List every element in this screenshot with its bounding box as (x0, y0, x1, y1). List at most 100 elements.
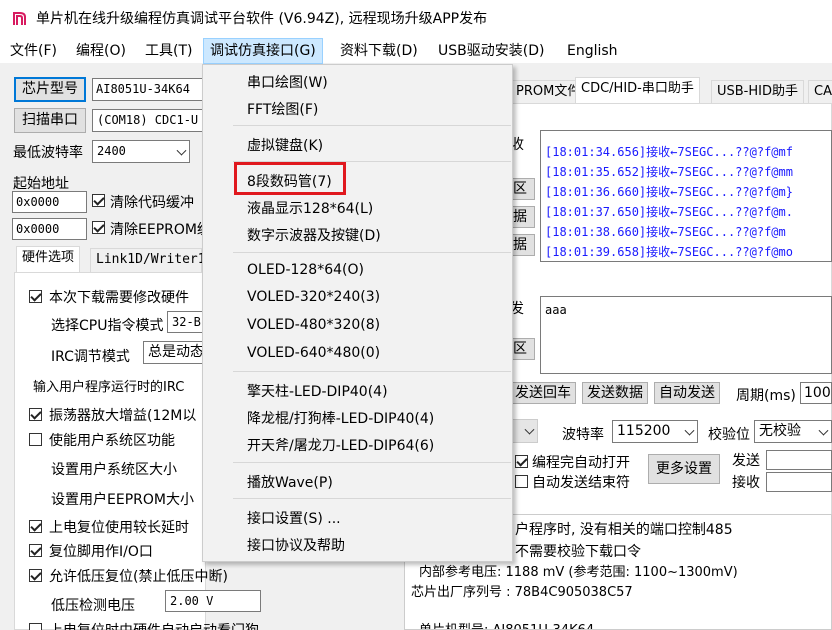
send-data-button[interactable]: 发送数据 (582, 382, 648, 404)
tab-can[interactable]: CAN (808, 80, 832, 104)
menu-english[interactable]: English (561, 38, 624, 64)
tab-cdc-hid-serial[interactable]: CDC/HID-串口助手 (575, 77, 700, 104)
menu-separator (233, 498, 511, 499)
menu-debug-sim[interactable]: 调试仿真接口(G) (203, 38, 323, 64)
menu-item-play-wave[interactable]: 播放Wave(P) (247, 472, 333, 492)
menu-file[interactable]: 文件(F) (4, 38, 63, 64)
min-baud-value: 2400 (97, 144, 126, 158)
low-voltage-reset-label: 允许低压复位(禁止低压中断) (49, 569, 228, 585)
menu-item-protocol-help[interactable]: 接口协议及帮助 (247, 535, 345, 555)
menu-item-led-dip40-a[interactable]: 擎天柱-LED-DIP40(4) (247, 381, 388, 401)
start-address-code-input[interactable]: 0x0000 (12, 191, 87, 213)
menu-item-fft-plot[interactable]: FFT绘图(F) (247, 99, 318, 119)
min-baud-select[interactable]: 2400 (92, 140, 190, 163)
info-line: 芯片出厂序列号 : 78B4C905038C57 (411, 585, 633, 600)
log-line: [18:01:35.652]接收←7SEGC...??@?f@mm (545, 165, 793, 179)
auto-send-button[interactable]: 自动发送 (654, 382, 720, 404)
port-select-value: (COM18) CDC1-U (97, 113, 199, 127)
chevron-down-icon (818, 425, 829, 436)
auto-open-checkbox[interactable] (515, 455, 528, 468)
baud-rate-select[interactable]: 115200 (612, 420, 698, 443)
clear-code-buffer-checkbox[interactable] (92, 194, 105, 207)
chip-model-field[interactable]: AI8051U-34K64 (92, 78, 206, 101)
low-voltage-reset-checkbox[interactable] (29, 569, 42, 582)
irc-mode-label: IRC调节模式 (51, 349, 130, 365)
send-return-button[interactable]: 发送回车 (510, 382, 576, 404)
clear-eeprom-buffer-label: 清除EEPROM缓 (110, 222, 211, 238)
menu-item-voled-480x320[interactable]: VOLED-480*320(8) (247, 317, 380, 333)
annotation-highlight-box (234, 162, 346, 195)
menu-item-virtual-keyboard[interactable]: 虚拟键盘(K) (247, 135, 323, 155)
more-settings-button[interactable]: 更多设置 (648, 454, 720, 484)
log-line: [18:01:34.656]接收←7SEGC...??@?f@mf (545, 145, 793, 159)
menu-bar: 文件(F) 编程(O) 工具(T) 调试仿真接口(G) 资料下载(D) USB驱… (0, 38, 832, 64)
menu-usb-driver[interactable]: USB驱动安装(D) (432, 38, 550, 64)
clear-eeprom-buffer-checkbox[interactable] (92, 221, 105, 234)
menu-item-oscilloscope-keys[interactable]: 数字示波器及按键(D) (247, 225, 381, 245)
menu-tools[interactable]: 工具(T) (139, 38, 198, 64)
tx-label: 发送 (732, 453, 760, 469)
low-voltage-select[interactable]: 2.00 V (165, 590, 261, 612)
reset-long-delay-checkbox[interactable] (29, 520, 42, 533)
period-input[interactable]: 100 (800, 382, 832, 404)
tab-link1d-writer1[interactable]: Link1D/Writer1 (90, 248, 206, 272)
rx-label: 接收 (732, 475, 760, 491)
watchdog-checkbox[interactable] (29, 623, 42, 630)
clear-code-buffer-label: 清除代码缓冲 (110, 195, 194, 211)
menu-separator (233, 462, 511, 463)
tab-usb-hid[interactable]: USB-HID助手 (711, 80, 804, 104)
auto-send-end-checkbox[interactable] (515, 475, 528, 488)
user-system-area-label: 使能用户系统区功能 (49, 433, 175, 449)
menu-item-voled-320x240[interactable]: VOLED-320*240(3) (247, 289, 380, 305)
irc-mode-select[interactable]: 总是动态 (143, 341, 207, 364)
baud-rate-label: 波特率 (562, 427, 604, 443)
log-line: [18:01:38.660]接收←7SEGC...??@?f@m (545, 225, 786, 239)
app-icon (13, 12, 26, 25)
log-line: [18:01:36.660]接收←7SEGC...??@?f@m} (545, 185, 793, 199)
rx-counter (766, 472, 832, 492)
scan-port-button[interactable]: 扫描串口 (14, 108, 86, 133)
reset-pin-io-label: 复位脚用作I/O口 (49, 544, 153, 560)
chevron-down-icon (684, 425, 695, 436)
menu-item-serial-plot[interactable]: 串口绘图(W) (247, 72, 328, 92)
info-line: 内部参考电压: 1188 mV (参考范围: 1100~1300mV) (419, 565, 738, 580)
info-line: 不需要校验下载口令 (515, 544, 641, 560)
parity-label: 校验位 (708, 427, 750, 443)
reset-pin-io-checkbox[interactable] (29, 544, 42, 557)
auto-send-end-label: 自动发送结束符 (532, 475, 630, 491)
menu-item-interface-settings[interactable]: 接口设置(S) ... (247, 508, 341, 528)
info-line: 单片机型号: AI8051U-34K64 (419, 619, 594, 629)
menu-item-oled-128x64[interactable]: OLED-128*64(O) (247, 262, 364, 278)
menu-separator (233, 125, 511, 126)
cpu-mode-label: 选择CPU指令模式 (51, 318, 164, 334)
low-voltage-detect-label: 低压检测电压 (51, 598, 135, 614)
send-textbox[interactable]: aaa (540, 296, 832, 374)
log-line: [18:01:39.658]接收←7SEGC...??@?f@mo (545, 245, 793, 259)
menu-item-led-dip40-b[interactable]: 降龙棍/打狗棒-LED-DIP40(4) (247, 408, 434, 428)
user-system-area-checkbox[interactable] (29, 433, 42, 446)
cpu-mode-select[interactable]: 32-B (167, 311, 207, 333)
tab-hardware-options[interactable]: 硬件选项 (16, 246, 81, 273)
cpu-mode-value: 32-B (172, 315, 201, 329)
chevron-down-icon (524, 424, 535, 435)
chip-model-button[interactable]: 芯片型号 (14, 77, 86, 102)
menu-item-lcd-128x64[interactable]: 液晶显示128*64(L) (247, 198, 373, 218)
user-system-size-label: 设置用户系统区大小 (51, 462, 177, 478)
modify-hardware-checkbox[interactable] (29, 290, 42, 303)
log-line: [18:01:37.650]接收←7SEGC...??@?f@m. (545, 205, 793, 219)
osc-gain-checkbox[interactable] (29, 408, 42, 421)
receive-log[interactable]: [18:01:34.656]接收←7SEGC...??@?f@mf [18:01… (540, 130, 832, 262)
modify-hardware-label: 本次下载需要修改硬件 (49, 290, 189, 306)
port-select[interactable]: (COM18) CDC1-U (92, 109, 206, 132)
chevron-down-icon (176, 145, 187, 156)
osc-gain-label: 振荡器放大增益(12M以 (49, 408, 197, 424)
menu-downloads[interactable]: 资料下载(D) (334, 38, 424, 64)
auto-open-label: 编程完自动打开 (532, 455, 630, 471)
low-voltage-value: 2.00 V (170, 594, 214, 608)
parity-select[interactable]: 无校验 (754, 420, 832, 443)
baud-rate-value: 115200 (617, 423, 671, 439)
menu-item-led-dip64[interactable]: 开天斧/屠龙刀-LED-DIP64(6) (247, 435, 434, 455)
start-address-eeprom-input[interactable]: 0x0000 (12, 218, 87, 240)
menu-program[interactable]: 编程(O) (70, 38, 132, 64)
menu-item-voled-640x480[interactable]: VOLED-640*480(0) (247, 345, 380, 361)
